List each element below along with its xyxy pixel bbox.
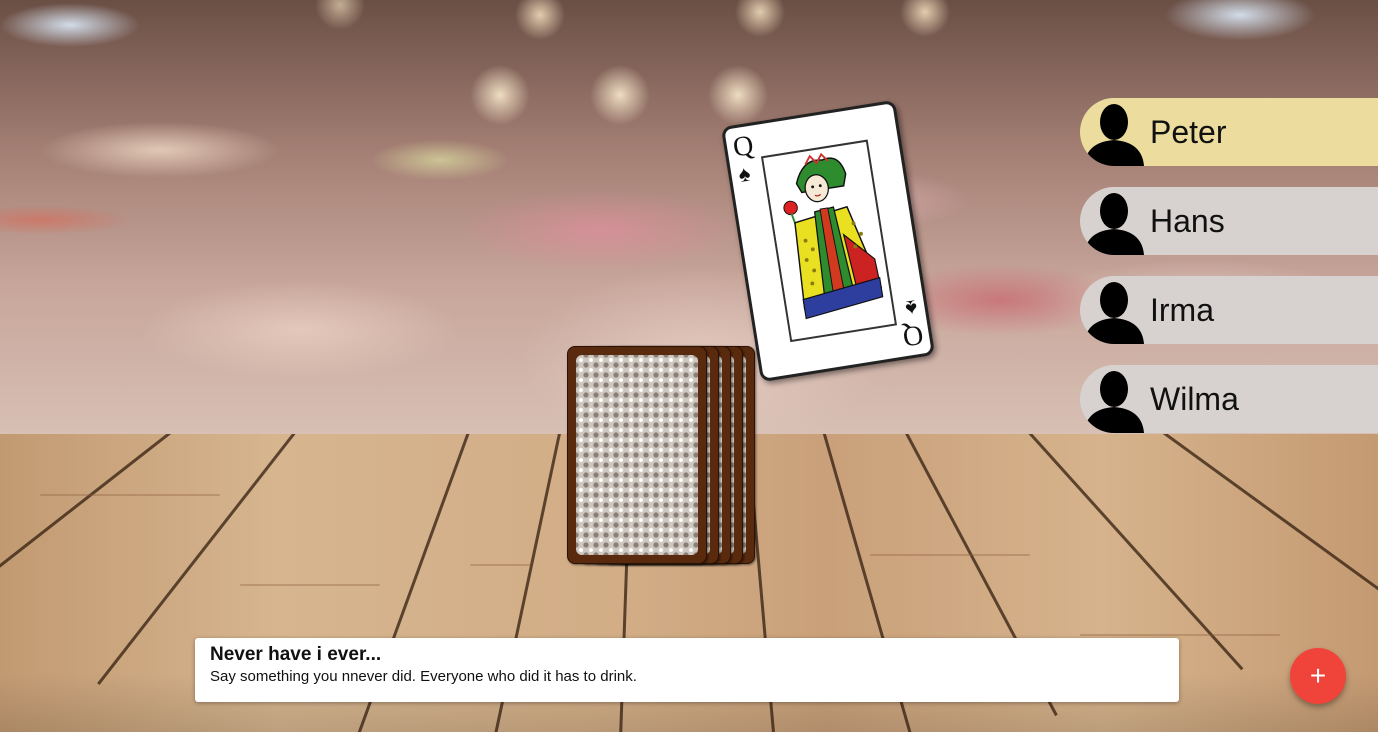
- player-name: Hans: [1150, 202, 1225, 239]
- queen-portrait: [760, 139, 898, 343]
- player-item[interactable]: Peter: [1080, 98, 1378, 166]
- player-item[interactable]: Irma: [1080, 276, 1378, 344]
- rule-description: Say something you nnever did. Everyone w…: [210, 668, 637, 685]
- plus-icon: +: [1309, 660, 1327, 691]
- card-rank: Q: [730, 129, 756, 164]
- user-avatar-icon: [1080, 98, 1148, 166]
- card-deck[interactable]: [567, 346, 759, 566]
- player-name: Wilma: [1150, 380, 1239, 417]
- card-rank: Q: [900, 318, 926, 353]
- rule-card: Never have i ever... Say something you n…: [195, 638, 1179, 702]
- spade-icon: ♠: [903, 294, 920, 322]
- player-item[interactable]: Wilma: [1080, 365, 1378, 433]
- add-player-button[interactable]: +: [1290, 648, 1346, 704]
- user-avatar-icon: [1080, 365, 1148, 433]
- user-avatar-icon: [1080, 187, 1148, 255]
- player-name: Peter: [1150, 113, 1227, 150]
- spade-icon: ♠: [736, 160, 753, 188]
- rule-title: Never have i ever...: [210, 644, 382, 665]
- player-item[interactable]: Hans: [1080, 187, 1378, 255]
- player-name: Irma: [1150, 291, 1214, 328]
- card-back-top[interactable]: [567, 346, 707, 564]
- user-avatar-icon: [1080, 276, 1148, 344]
- player-list: Peter Hans Irma Wilma: [1080, 98, 1378, 454]
